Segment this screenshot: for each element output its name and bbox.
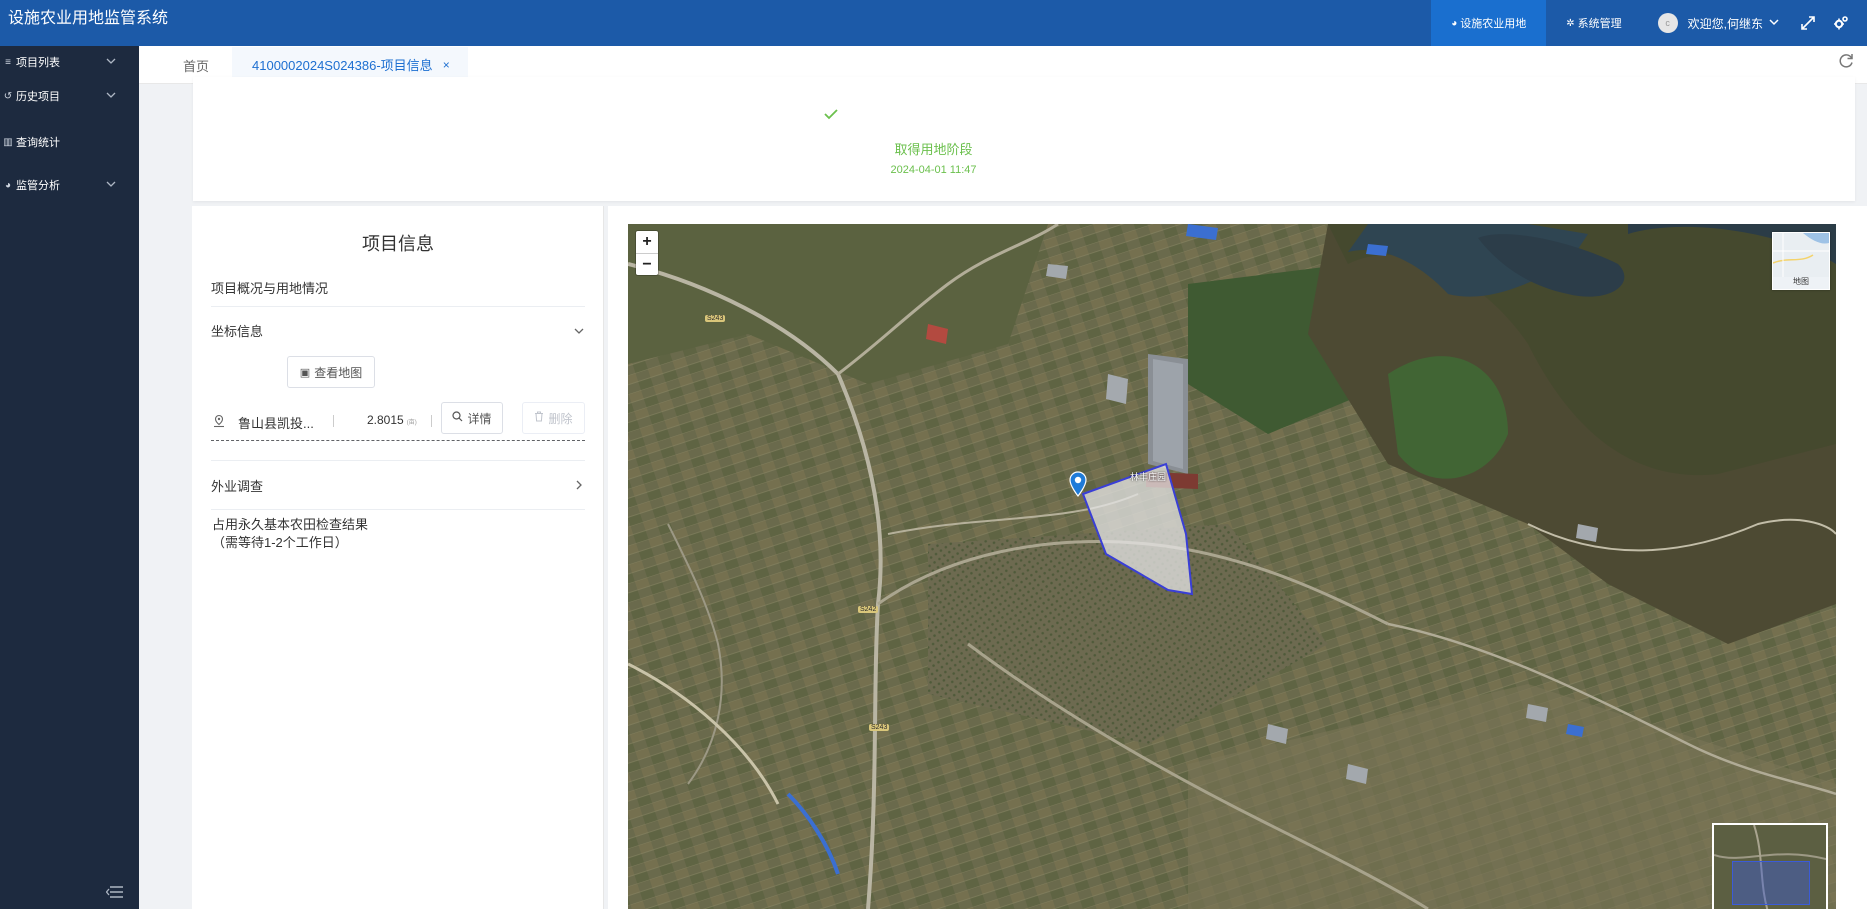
divider xyxy=(333,415,334,427)
topnav-system-management-label: 系统管理 xyxy=(1577,18,1622,30)
top-right-nav: ◕ 设施农业用地 ✲ 系统管理 c 欢迎您,何继东 xyxy=(1431,0,1867,46)
coord-section-label: 坐标信息 xyxy=(211,324,264,339)
user-greeting: 欢迎您,何继东 xyxy=(1687,16,1763,31)
chevron-down-icon xyxy=(574,328,584,334)
road-label: S242 xyxy=(858,606,879,613)
farmland-check-title: 占用永久基本农田检查结果 xyxy=(212,517,369,532)
location-pin-icon xyxy=(214,414,224,428)
divider xyxy=(211,460,585,461)
divider xyxy=(211,509,585,510)
topnav-facility-land[interactable]: ◕ 设施农业用地 xyxy=(1431,0,1547,46)
sidebar-item-history[interactable]: ↺ 历史项目 xyxy=(0,85,139,107)
fullscreen-icon[interactable] xyxy=(1791,0,1824,46)
close-icon[interactable]: × xyxy=(443,58,450,72)
zoom-out-button[interactable]: − xyxy=(636,253,658,275)
pie-chart-icon: ◕ xyxy=(1451,17,1458,29)
topnav-system-management[interactable]: ✲ 系统管理 xyxy=(1546,0,1641,46)
farmland-check-note: （需等待1-2个工作日） xyxy=(212,535,348,550)
check-icon xyxy=(824,109,838,120)
map-thumbnail-icon xyxy=(1772,233,1829,277)
detail-button-label: 详情 xyxy=(467,411,492,426)
overview-section[interactable]: 项目概况与用地情况 xyxy=(211,278,585,297)
chevron-down-icon xyxy=(1769,17,1779,30)
settings-gear-icon[interactable] xyxy=(1824,0,1857,46)
collapse-menu-icon[interactable] xyxy=(106,885,124,899)
view-map-button-label: 查看地图 xyxy=(314,365,363,380)
coord-area-value: 2.8015 xyxy=(367,413,404,427)
road-label: S243 xyxy=(869,724,890,731)
layer-switch-label: 地图 xyxy=(1793,277,1809,286)
coord-row: 鲁山县凯投... 2.8015 (亩) 详情 删除 xyxy=(211,401,585,441)
avatar: c xyxy=(1657,13,1678,33)
map-panel: 林丰庄园 S243 S242 S243 + − 地图 xyxy=(608,206,1867,909)
panel-title: 项目信息 xyxy=(362,234,434,254)
coord-area: 2.8015 (亩) xyxy=(367,413,417,427)
overview-viewport xyxy=(1732,861,1810,905)
coord-name: 鲁山县凯投... xyxy=(238,416,314,431)
coord-area-unit: (亩) xyxy=(406,420,417,426)
chevron-right-icon xyxy=(576,480,582,490)
farmland-check-result: 占用永久基本农田检查结果 （需等待1-2个工作日） xyxy=(212,516,368,552)
overview-map[interactable] xyxy=(1712,823,1828,909)
zoom-in-button[interactable]: + xyxy=(636,231,658,253)
coord-section-header[interactable]: 坐标信息 xyxy=(211,321,585,340)
map-icon: ▣ xyxy=(299,366,311,379)
layer-switch[interactable]: 地图 xyxy=(1772,232,1830,290)
delete-button-label: 删除 xyxy=(548,411,573,426)
view-map-button[interactable]: ▣ 查看地图 xyxy=(287,356,375,388)
field-survey-label: 外业调查 xyxy=(211,479,264,494)
top-bar: 设施农业用地监管系统 ◕ 设施农业用地 ✲ 系统管理 c 欢迎您,何继东 xyxy=(0,0,1867,46)
refresh-icon[interactable] xyxy=(1837,52,1855,70)
trash-icon xyxy=(534,411,544,425)
road-label: S243 xyxy=(705,315,726,322)
stage-time: 2024-04-01 11:47 xyxy=(890,164,977,176)
user-menu[interactable]: c 欢迎您,何继东 xyxy=(1642,0,1791,46)
chevron-down-icon xyxy=(106,181,116,187)
search-icon xyxy=(452,411,463,425)
app-title: 设施农业用地监管系统 xyxy=(8,10,169,27)
map-marker-icon[interactable] xyxy=(1069,471,1087,497)
tab-project-info-label: 4100002024S024386-项目信息 xyxy=(252,58,433,73)
pie-chart-icon: ◕ xyxy=(4,179,12,191)
sidebar-item-label: 历史项目 xyxy=(16,91,60,103)
tab-home[interactable]: 首页 xyxy=(183,56,209,75)
divider xyxy=(211,306,585,307)
satellite-map[interactable]: 林丰庄园 S243 S242 S243 + − 地图 xyxy=(628,224,1836,909)
field-survey-row[interactable]: 外业调查 xyxy=(211,476,585,495)
gears-icon: ✲ xyxy=(1566,17,1575,29)
map-place-label: 林丰庄园 xyxy=(1130,472,1167,482)
chevron-down-icon xyxy=(106,92,116,98)
topnav-facility-land-label: 设施农业用地 xyxy=(1460,18,1527,30)
sidebar-item-project-list[interactable]: ≡ 项目列表 xyxy=(0,51,139,73)
delete-button[interactable]: 删除 xyxy=(522,402,585,434)
stage-name: 取得用地阶段 xyxy=(894,142,973,157)
sidebar-item-label: 项目列表 xyxy=(16,57,60,69)
project-info-panel: 项目信息 项目概况与用地情况 坐标信息 ▣ 查看地图 鲁山县凯投... 2.80… xyxy=(192,206,604,909)
chevron-down-icon xyxy=(106,58,116,64)
satellite-imagery xyxy=(628,224,1836,909)
sidebar-item-supervision[interactable]: ◕ 监管分析 xyxy=(0,174,139,196)
zoom-control: + − xyxy=(636,231,658,275)
detail-button[interactable]: 详情 xyxy=(441,402,503,434)
history-icon: ↺ xyxy=(3,90,13,102)
list-icon: ≡ xyxy=(5,56,11,68)
sidebar-item-label: 监管分析 xyxy=(16,180,60,192)
divider xyxy=(431,415,432,427)
